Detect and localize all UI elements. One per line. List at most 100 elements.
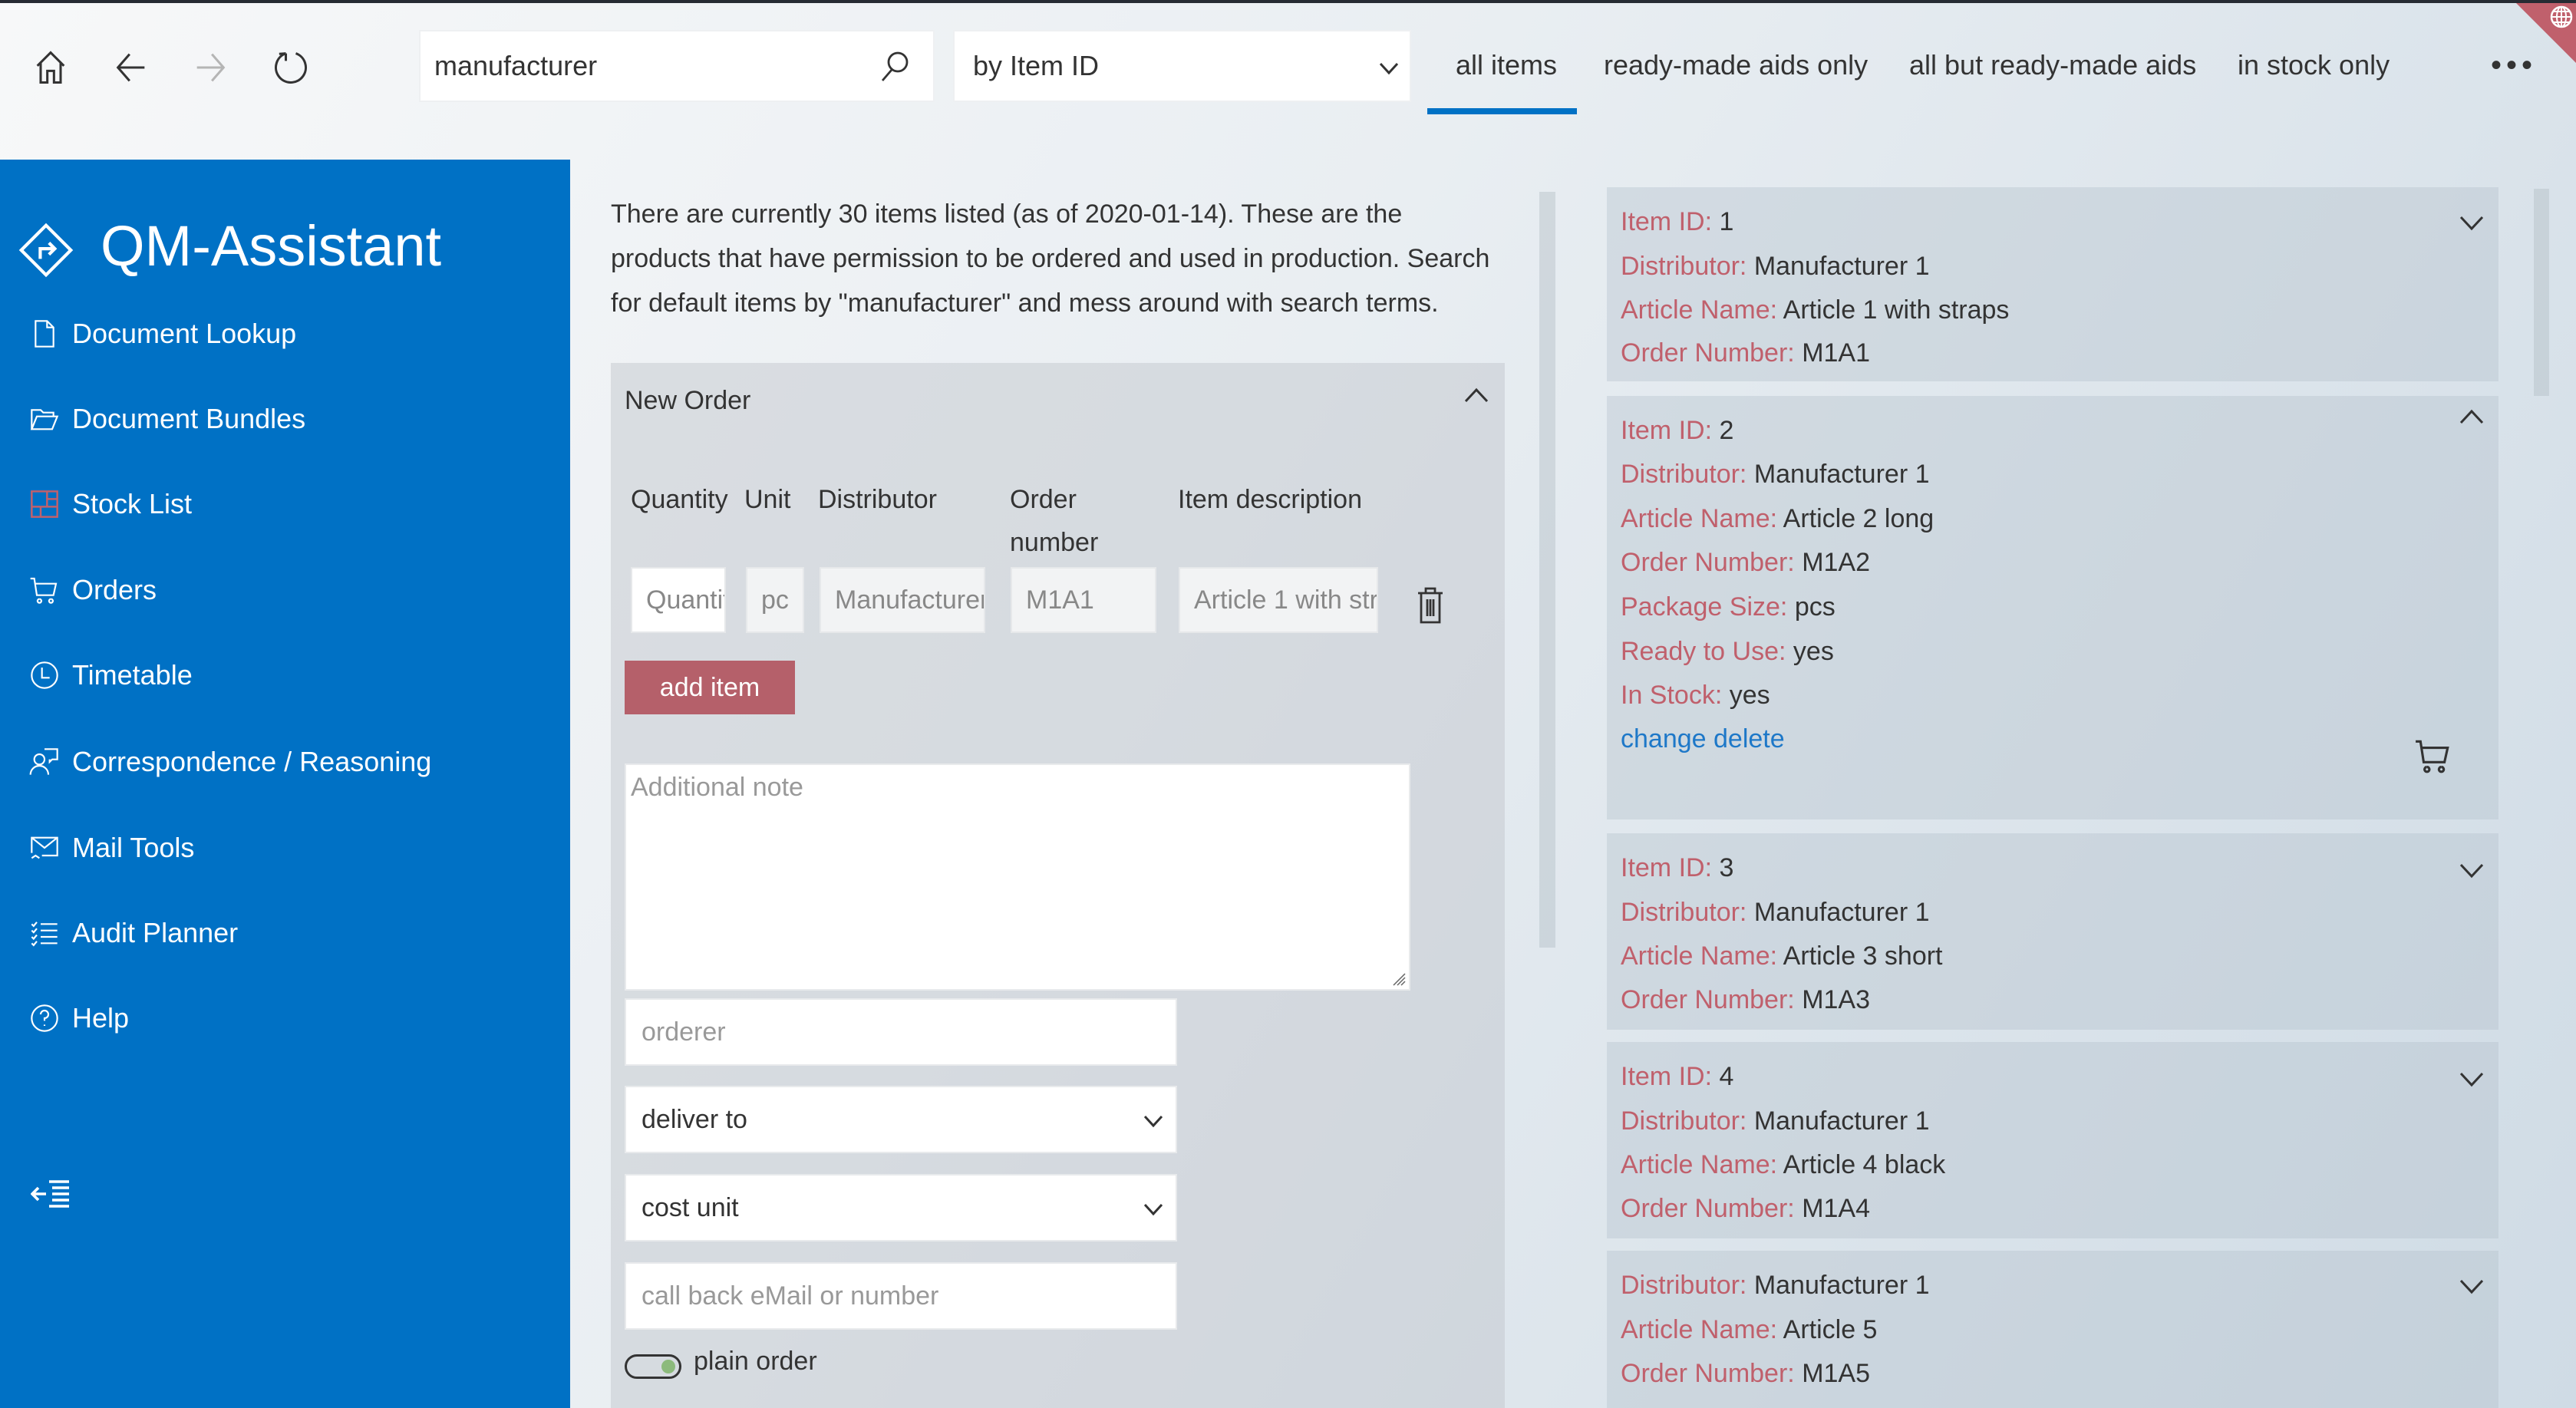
- field-label: Article Name:: [1621, 1150, 1778, 1179]
- unit-input[interactable]: pc: [746, 567, 804, 633]
- chevron-down-icon[interactable]: [2459, 1071, 2485, 1088]
- folder-open-icon: [30, 409, 59, 430]
- tab-all-items[interactable]: all items: [1456, 49, 1557, 81]
- field-label: Distributor:: [1621, 460, 1747, 489]
- field-value: Manufacturer 1: [1753, 1106, 1930, 1136]
- callback-input[interactable]: call back eMail or number: [625, 1262, 1177, 1330]
- chevron-down-icon[interactable]: [2459, 862, 2485, 879]
- corner-badge[interactable]: [2516, 3, 2576, 63]
- home-button[interactable]: [26, 43, 75, 92]
- new-order-panel: New Order Quantity Unit Distributor Orde…: [611, 363, 1505, 1408]
- chevron-down-icon[interactable]: [2459, 215, 2485, 232]
- field-label: Distributor:: [1621, 1106, 1747, 1136]
- add-item-button[interactable]: add item: [625, 661, 795, 714]
- field-value: M1A5: [1802, 1359, 1871, 1388]
- field-label: Article Name:: [1621, 941, 1778, 971]
- sidebar-item-mail-tools[interactable]: Mail Tools: [0, 817, 570, 879]
- chevron-down-icon[interactable]: [2459, 1278, 2485, 1295]
- field-value: M1A1: [1802, 338, 1871, 368]
- field-value: Article 3 short: [1783, 941, 1943, 971]
- sidebar-item-correspondence[interactable]: Correspondence / Reasoning: [0, 731, 570, 793]
- sidebar-item-audit-planner[interactable]: Audit Planner: [0, 902, 570, 964]
- search-input[interactable]: [421, 50, 850, 82]
- resize-grip-icon[interactable]: [1392, 972, 1406, 986]
- delete-row-icon[interactable]: [1415, 585, 1446, 625]
- chevron-down-icon: [1143, 1115, 1163, 1128]
- field-value: M1A3: [1802, 985, 1871, 1014]
- refresh-button[interactable]: [266, 43, 315, 92]
- sort-select[interactable]: by Item ID: [953, 30, 1411, 102]
- forward-button[interactable]: [186, 43, 235, 92]
- home-icon: [36, 51, 65, 84]
- field-value: Article 2 long: [1783, 504, 1934, 533]
- sidebar-item-label: Document Bundles: [72, 403, 306, 434]
- field-value: Manufacturer 1: [1753, 460, 1930, 489]
- field-value: 2: [1719, 416, 1734, 445]
- stock-list-icon: [31, 490, 58, 518]
- tab-all-but-ready-made-aids[interactable]: all but ready-made aids: [1909, 49, 2196, 81]
- add-to-cart-icon[interactable]: [2413, 737, 2454, 775]
- field-label: Item ID:: [1621, 416, 1713, 445]
- sidebar-item-label: Stock List: [72, 488, 193, 519]
- sort-select-value: by Item ID: [973, 50, 1100, 81]
- quantity-input[interactable]: Quantity: [631, 567, 726, 633]
- sidebar-item-help[interactable]: Help: [0, 988, 570, 1049]
- tab-in-stock-only[interactable]: in stock only: [2238, 49, 2390, 81]
- plain-order-toggle[interactable]: [625, 1354, 681, 1379]
- sidebar-item-label: Help: [72, 1002, 130, 1034]
- additional-note-placeholder: Additional note: [631, 773, 803, 802]
- distributor-input[interactable]: Manufacturer 1: [820, 567, 985, 633]
- field-label: Distributor:: [1621, 252, 1747, 281]
- search-box[interactable]: [419, 30, 935, 102]
- orderer-input[interactable]: orderer: [625, 998, 1177, 1066]
- column-header-quantity: Quantity: [631, 485, 728, 514]
- cart-icon: [30, 577, 58, 604]
- field-label: Order Number:: [1621, 985, 1795, 1014]
- field-label: In Stock:: [1621, 681, 1723, 710]
- app-logo-icon: [18, 223, 74, 278]
- order-number-input[interactable]: M1A1: [1011, 567, 1156, 633]
- sidebar-item-document-bundles[interactable]: Document Bundles: [0, 388, 570, 450]
- item-card-expanded: Item ID: 2 Distributor: Manufacturer 1 A…: [1607, 396, 2498, 819]
- chevron-up-icon[interactable]: [2459, 408, 2485, 425]
- sidebar-item-orders[interactable]: Orders: [0, 559, 570, 621]
- cost-unit-select[interactable]: cost unit: [625, 1174, 1177, 1241]
- sidebar-item-label: Orders: [72, 574, 157, 605]
- sidebar-item-document-lookup[interactable]: Document Lookup: [0, 303, 570, 364]
- field-value: M1A2: [1802, 548, 1871, 577]
- item-card: Item ID: 1 Distributor: Manufacturer 1 A…: [1607, 187, 2498, 381]
- additional-note-textarea[interactable]: Additional note: [625, 763, 1410, 991]
- field-label: Package Size:: [1621, 592, 1788, 622]
- column-header-item-description: Item description: [1178, 485, 1362, 514]
- sidebar: QM-Assistant Document Lookup Document Bu…: [0, 160, 570, 1408]
- search-icon[interactable]: [876, 48, 913, 85]
- back-button[interactable]: [107, 43, 156, 92]
- tab-ready-made-aids-only[interactable]: ready-made aids only: [1604, 49, 1868, 81]
- chevron-up-icon[interactable]: [1463, 386, 1490, 404]
- right-scrollbar[interactable]: [2534, 189, 2549, 396]
- field-value: Article 5: [1783, 1315, 1878, 1344]
- field-label: Article Name:: [1621, 504, 1778, 533]
- field-value: yes: [1729, 681, 1770, 710]
- sidebar-item-label: Correspondence / Reasoning: [72, 746, 432, 777]
- app-title: QM-Assistant: [101, 214, 442, 278]
- sidebar-item-timetable[interactable]: Timetable: [0, 645, 570, 706]
- document-icon: [35, 320, 54, 348]
- collapse-menu-icon[interactable]: [31, 1179, 71, 1209]
- field-value: Manufacturer 1: [1753, 252, 1930, 281]
- description-text: There are currently 30 items listed (as …: [611, 199, 1490, 318]
- field-label: Order Number:: [1621, 338, 1795, 368]
- middle-scrollbar[interactable]: [1539, 192, 1555, 948]
- globe-icon: [2550, 5, 2573, 28]
- delete-link[interactable]: delete: [1713, 724, 1785, 753]
- change-link[interactable]: change: [1621, 724, 1707, 753]
- forward-icon: [196, 53, 226, 82]
- field-value: M1A4: [1802, 1194, 1871, 1223]
- mail-icon: [31, 836, 58, 859]
- deliver-to-select[interactable]: deliver to: [625, 1086, 1177, 1153]
- item-card: Distributor: Manufacturer 1 Article Name…: [1607, 1251, 2498, 1408]
- field-value: 3: [1719, 853, 1734, 882]
- sidebar-item-stock-list[interactable]: Stock List: [0, 473, 570, 535]
- item-description-input[interactable]: Article 1 with straps: [1179, 567, 1378, 633]
- help-icon: [31, 1004, 58, 1032]
